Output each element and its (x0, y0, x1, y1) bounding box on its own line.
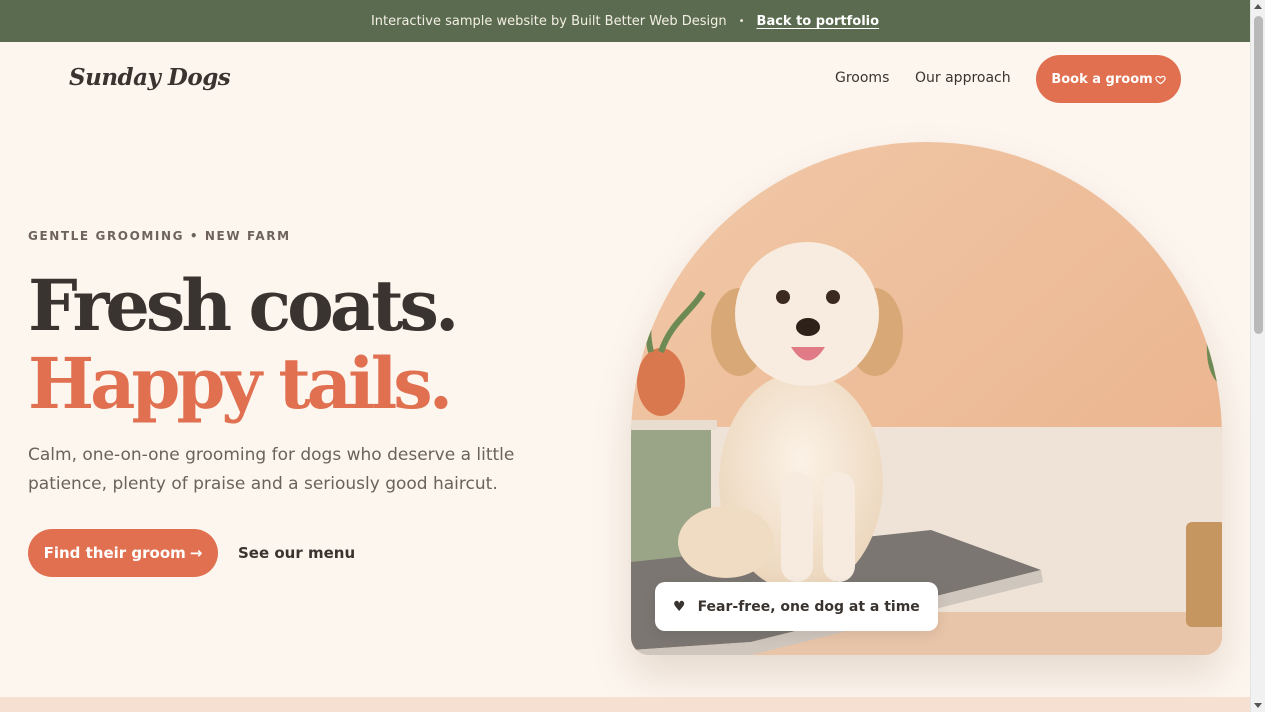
page-scrollbar[interactable] (1250, 0, 1265, 712)
book-a-groom-label: Book a groom (1051, 71, 1153, 87)
heart-icon: ♥ (673, 598, 686, 615)
headline-line-1: Fresh coats. (28, 264, 459, 347)
find-their-groom-label: Find their groom (43, 544, 186, 562)
announcement-separator: • (738, 15, 745, 27)
hero-actions: Find their groom → See our menu (28, 529, 588, 577)
nav-link-grooms[interactable]: Grooms (835, 70, 889, 86)
fear-free-text: Fear-free, one dog at a time (697, 598, 920, 615)
hero-headline: Fresh coats. Happy tails. (28, 267, 588, 423)
nav-link-our-approach[interactable]: Our approach (915, 70, 1011, 86)
scroll-up-icon[interactable] (1254, 4, 1262, 9)
next-section-edge (0, 697, 1250, 712)
site-logo[interactable]: Sunday Dogs (69, 64, 231, 91)
back-to-portfolio-link[interactable]: Back to portfolio (757, 14, 880, 29)
book-a-groom-button[interactable]: Book a groom (1036, 55, 1181, 103)
scrollbar-thumb[interactable] (1254, 16, 1263, 334)
site-header: Sunday Dogs Grooms Our approach Book a g… (0, 42, 1250, 118)
arrow-right-icon: → (189, 544, 203, 562)
hero-description: Calm, one-on-one grooming for dogs who d… (28, 445, 515, 494)
fear-free-badge: ♥ Fear-free, one dog at a time (655, 582, 938, 631)
hero-dog-photo (631, 142, 1222, 655)
heart-icon (1154, 75, 1166, 84)
headline-line-2: Happy tails. (28, 342, 453, 425)
see-our-menu-link[interactable]: See our menu (238, 544, 355, 562)
hero-eyebrow: GENTLE GROOMING • NEW FARM (28, 229, 291, 243)
hero-copy: GENTLE GROOMING • NEW FARM Fresh coats. … (28, 229, 588, 577)
announcement-bar: Interactive sample website by Built Bett… (0, 0, 1250, 42)
announcement-text: Interactive sample website by Built Bett… (370, 13, 727, 29)
find-their-groom-button[interactable]: Find their groom → (28, 529, 218, 577)
scroll-down-icon[interactable] (1254, 703, 1262, 708)
